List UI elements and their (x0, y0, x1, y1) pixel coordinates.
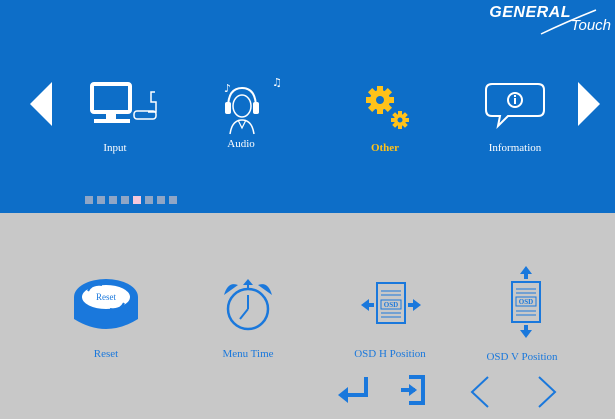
menu-item-other[interactable]: Other (330, 80, 440, 154)
brand-name: GENERAL (489, 4, 571, 21)
info-bubble-icon (485, 83, 545, 130)
gears-icon (366, 86, 409, 129)
submenu-item-menu-time[interactable]: Menu Time (193, 275, 303, 360)
svg-text:♫: ♫ (272, 76, 282, 89)
page-indicator-dot (145, 196, 153, 204)
page-indicator-dot (133, 196, 141, 204)
osd-v-icon-text: OSD (519, 298, 533, 306)
page-indicator-dot (157, 196, 165, 204)
menu-item-audio[interactable]: ♪ ♫ Audio (186, 76, 296, 150)
submenu-item-osd-v-position[interactable]: OSD OSD V Position (467, 262, 577, 363)
menu-item-label: Input (103, 142, 127, 154)
menu-item-label: Other (370, 142, 400, 154)
page-indicator-dot (121, 196, 129, 204)
brand-suffix: Touch (570, 17, 611, 34)
page-indicator-dot (169, 196, 177, 204)
reset-icon-text: Reset (96, 292, 116, 302)
reset-icon: Reset (74, 279, 138, 329)
submenu-item-label: Menu Time (222, 348, 274, 360)
submenu-item-label: OSD H Position (354, 348, 426, 360)
menu-item-information[interactable]: Information (460, 80, 570, 154)
exit-icon[interactable] (395, 375, 429, 410)
menu-next-arrow-icon[interactable] (578, 82, 600, 131)
enter-icon[interactable] (338, 375, 372, 410)
brand-logo: GENERAL Touch (471, 2, 611, 42)
osd-h-icon-text: OSD (384, 301, 398, 309)
menu-item-input[interactable]: Input (60, 80, 170, 154)
submenu-item-reset[interactable]: Reset Reset (51, 275, 161, 360)
headphones-user-icon: ♪ ♫ (224, 76, 282, 135)
osd-h-position-icon: OSD (361, 282, 421, 324)
page-indicator-dot (97, 196, 105, 204)
left-icon[interactable] (468, 375, 492, 414)
alarm-clock-icon (224, 279, 272, 331)
svg-text:♪: ♪ (224, 82, 231, 95)
computer-input-icon (90, 82, 157, 123)
submenu-item-osd-h-position[interactable]: OSD OSD H Position (335, 275, 445, 360)
osd-v-position-icon: OSD (511, 266, 541, 338)
menu-prev-arrow-icon[interactable] (30, 82, 52, 131)
menu-item-label: Audio (227, 138, 255, 150)
page-indicator (85, 196, 177, 204)
submenu-item-label: OSD V Position (486, 351, 558, 363)
page-indicator-dot (85, 196, 93, 204)
page-indicator-dot (109, 196, 117, 204)
submenu-item-label: Reset (93, 348, 119, 360)
menu-item-label: Information (488, 142, 542, 154)
right-icon[interactable] (535, 375, 559, 414)
